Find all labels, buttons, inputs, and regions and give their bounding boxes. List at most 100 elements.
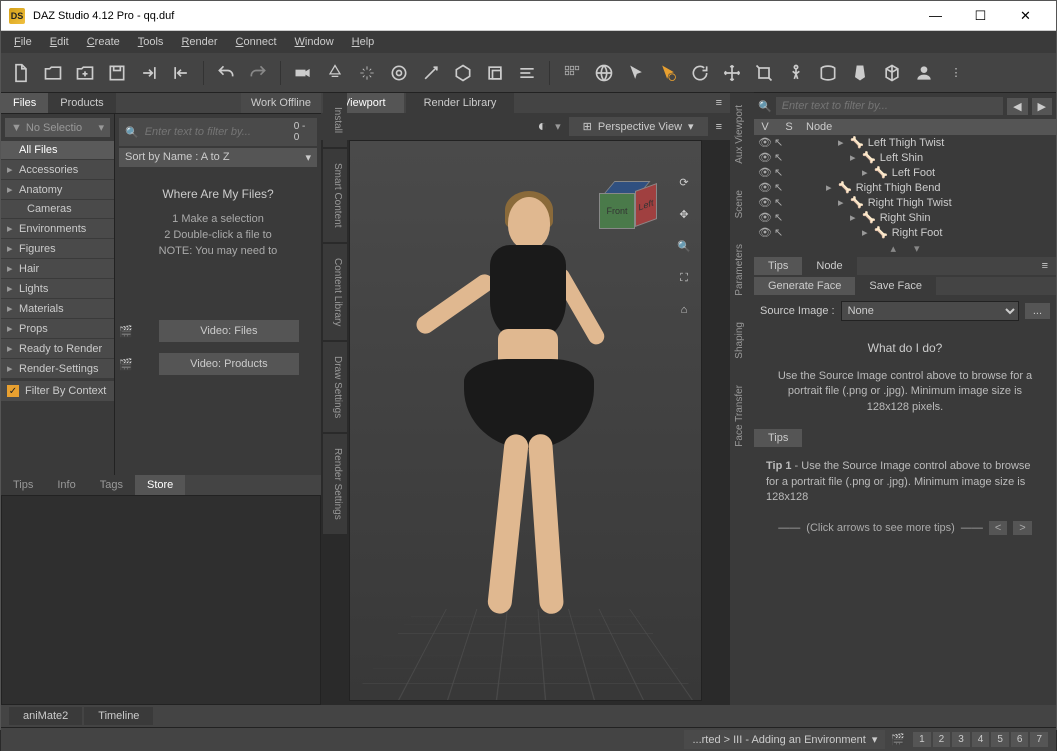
- arrow-icon[interactable]: ↖: [774, 211, 790, 224]
- arrow-icon[interactable]: ↖: [774, 181, 790, 194]
- tab-tips[interactable]: Tips: [754, 429, 802, 447]
- viewport-3d[interactable]: Front Left ⟳ ✥ 🔍 ⛶ ⌂: [349, 140, 702, 701]
- page-2[interactable]: 2: [933, 732, 951, 747]
- category-cameras[interactable]: Cameras: [1, 200, 114, 219]
- rvtab-scene[interactable]: Scene: [730, 178, 754, 230]
- category-accessories[interactable]: ▸Accessories: [1, 160, 114, 180]
- view-cube[interactable]: Front Left: [593, 177, 655, 239]
- vtab-render-settings[interactable]: Render Settings: [323, 434, 347, 534]
- undo-icon[interactable]: [212, 59, 240, 87]
- light-sparkle-icon[interactable]: [353, 59, 381, 87]
- menu-tools[interactable]: Tools: [129, 33, 173, 51]
- clapper-icon[interactable]: 🎬: [891, 733, 905, 746]
- category-materials[interactable]: ▸Materials: [1, 299, 114, 319]
- col-node[interactable]: Node: [806, 121, 832, 133]
- tree-node[interactable]: 👁↖▸🦴Right Thigh Twist: [754, 195, 1056, 210]
- category-anatomy[interactable]: ▸Anatomy: [1, 180, 114, 200]
- vtab-install[interactable]: Install: [323, 93, 347, 147]
- eye-icon[interactable]: 👁: [758, 151, 774, 164]
- group-icon[interactable]: [481, 59, 509, 87]
- menu-render[interactable]: Render: [172, 33, 226, 51]
- expand-icon[interactable]: ▸: [838, 136, 848, 149]
- info-tab-tips[interactable]: Tips: [1, 475, 45, 495]
- col-select[interactable]: S: [782, 121, 796, 133]
- pose-tool-icon[interactable]: [782, 59, 810, 87]
- region-tool-icon[interactable]: [878, 59, 906, 87]
- expand-icon[interactable]: ▸: [862, 166, 872, 179]
- import-icon[interactable]: [167, 59, 195, 87]
- grid-snap-icon[interactable]: [558, 59, 586, 87]
- prev-button[interactable]: ◀: [1007, 98, 1027, 115]
- spotlight-icon[interactable]: [321, 59, 349, 87]
- arrow-icon[interactable]: ↖: [774, 151, 790, 164]
- work-offline-button[interactable]: Work Offline: [241, 93, 321, 113]
- tab-save-face[interactable]: Save Face: [855, 277, 936, 295]
- expand-icon[interactable]: ▸: [850, 151, 860, 164]
- vtab-content-library[interactable]: Content Library: [323, 244, 347, 340]
- reset-view-icon[interactable]: ⌂: [673, 299, 695, 321]
- align-icon[interactable]: [513, 59, 541, 87]
- lesson-dropdown[interactable]: ...rted > III - Adding an Environment▾: [684, 730, 885, 749]
- merge-file-icon[interactable]: [71, 59, 99, 87]
- arrow-icon[interactable]: ↖: [774, 166, 790, 179]
- menu-connect[interactable]: Connect: [227, 33, 286, 51]
- sort-dropdown[interactable]: Sort by Name : A to Z ▾: [119, 148, 317, 167]
- arrow-icon[interactable]: ↖: [774, 226, 790, 239]
- category-figures[interactable]: ▸Figures: [1, 239, 114, 259]
- collapse-down-icon[interactable]: ▾: [914, 242, 920, 255]
- video-products-button[interactable]: Video: Products: [159, 353, 299, 375]
- camera-tool-icon[interactable]: [289, 59, 317, 87]
- translate-tool-icon[interactable]: [718, 59, 746, 87]
- tab-generate-face[interactable]: Generate Face: [754, 277, 855, 295]
- redo-icon[interactable]: [244, 59, 272, 87]
- info-tab-store[interactable]: Store: [135, 475, 185, 495]
- next-button[interactable]: ▶: [1032, 98, 1052, 115]
- eye-icon[interactable]: 👁: [758, 211, 774, 224]
- page-3[interactable]: 3: [952, 732, 970, 747]
- selection-dropdown[interactable]: ▼ No Selectio ▾: [5, 118, 110, 137]
- category-props[interactable]: ▸Props: [1, 319, 114, 339]
- info-tab-info[interactable]: Info: [45, 475, 87, 495]
- zoom-icon[interactable]: 🔍: [673, 235, 695, 257]
- ptab-tips[interactable]: Tips: [754, 257, 802, 275]
- browse-button[interactable]: ...: [1025, 303, 1050, 319]
- pan-icon[interactable]: ✥: [673, 203, 695, 225]
- tree-node[interactable]: 👁↖▸🦴Right Foot: [754, 225, 1056, 240]
- scale-tool-icon[interactable]: [750, 59, 778, 87]
- vtab-smart-content[interactable]: Smart Content: [323, 149, 347, 241]
- toolbar-menu-icon[interactable]: ⋮: [942, 59, 970, 87]
- col-visible[interactable]: V: [758, 121, 772, 133]
- page-6[interactable]: 6: [1011, 732, 1029, 747]
- user-tool-icon[interactable]: [910, 59, 938, 87]
- sphere-shading-icon[interactable]: ◐: [537, 118, 547, 136]
- tip-prev-button[interactable]: <: [989, 521, 1007, 535]
- page-4[interactable]: 4: [972, 732, 990, 747]
- expand-icon[interactable]: ▸: [826, 181, 836, 194]
- save-icon[interactable]: [103, 59, 131, 87]
- eye-icon[interactable]: 👁: [758, 196, 774, 209]
- menu-help[interactable]: Help: [343, 33, 384, 51]
- tab-products[interactable]: Products: [48, 93, 115, 113]
- figure-model[interactable]: [436, 189, 616, 629]
- expand-icon[interactable]: ▸: [838, 196, 848, 209]
- new-file-icon[interactable]: [7, 59, 35, 87]
- rvtab-shaping[interactable]: Shaping: [730, 310, 754, 371]
- rvtab-aux-viewport[interactable]: Aux Viewport: [730, 93, 754, 176]
- render-settings-icon[interactable]: [385, 59, 413, 87]
- menu-edit[interactable]: Edit: [41, 33, 78, 51]
- filter-by-context-toggle[interactable]: ✓ Filter By Context: [1, 381, 114, 401]
- export-icon[interactable]: [135, 59, 163, 87]
- tab-render-library[interactable]: Render Library: [406, 93, 515, 113]
- arrow-icon[interactable]: ↖: [774, 196, 790, 209]
- select-tool-icon[interactable]: [622, 59, 650, 87]
- tree-node[interactable]: 👁↖▸🦴Left Thigh Twist: [754, 135, 1056, 150]
- eye-icon[interactable]: 👁: [758, 166, 774, 179]
- tree-node[interactable]: 👁↖▸🦴Left Foot: [754, 165, 1056, 180]
- category-render-settings[interactable]: ▸Render-Settings: [1, 359, 114, 379]
- eye-icon[interactable]: 👁: [758, 136, 774, 149]
- viewport-menu-icon[interactable]: ≡: [716, 121, 722, 133]
- category-lights[interactable]: ▸Lights: [1, 279, 114, 299]
- expand-icon[interactable]: ▸: [862, 226, 872, 239]
- active-tool-icon[interactable]: [654, 59, 682, 87]
- rvtab-parameters[interactable]: Parameters: [730, 232, 754, 308]
